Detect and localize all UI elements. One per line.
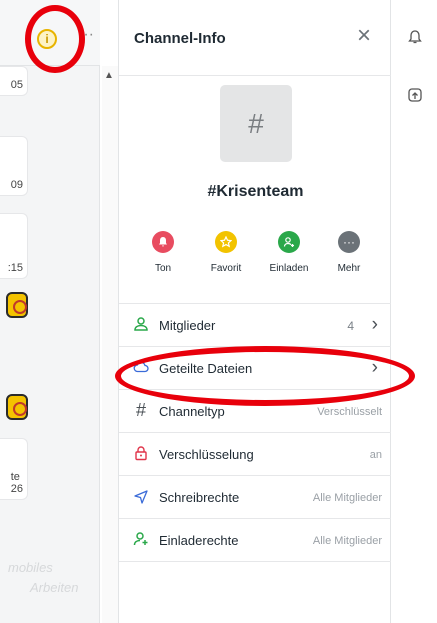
chat-list-item[interactable]: te 26 [0, 438, 28, 500]
chat-list-strip: i ··· 05 09 :15 te 26 mobiles Arbeiten [0, 0, 100, 623]
members-count: 4 [347, 319, 354, 333]
channel-info-panel: Channel-Info × # #Krisenteam Ton Favorit… [118, 0, 392, 623]
more-icon: ··· [338, 231, 360, 253]
channel-type-label: Channeltyp [159, 404, 225, 419]
invite-button[interactable]: Einladen [264, 231, 314, 274]
members-row[interactable]: Mitglieder 4 › [119, 304, 392, 347]
wallpaper-text: Arbeiten [30, 580, 79, 595]
chat-avatar [6, 394, 28, 420]
invite-label: Einladen [269, 263, 309, 274]
more-button[interactable]: ··· Mehr [324, 231, 374, 274]
invite-permissions-value: Alle Mitglieder [312, 535, 382, 547]
encryption-value: an [369, 449, 382, 461]
scrollbar[interactable] [102, 66, 118, 623]
send-icon [132, 488, 150, 509]
bell-icon[interactable] [406, 28, 424, 46]
wallpaper-text: mobiles [8, 560, 53, 575]
more-label: Mehr [337, 263, 361, 274]
star-icon [215, 231, 237, 253]
write-permissions-value: Alle Mitglieder [312, 492, 382, 504]
upload-icon[interactable] [406, 86, 424, 104]
channel-type-value: Verschlüsselt [317, 406, 382, 418]
chat-list-item[interactable]: :15 [0, 213, 28, 279]
add-user-icon [132, 531, 150, 552]
favorite-button[interactable]: Favorit [201, 231, 251, 274]
write-permissions-row[interactable]: Schreibrechte Alle Mitglieder [119, 476, 392, 519]
chat-avatar [6, 292, 28, 318]
chevron-right-icon: › [371, 314, 378, 335]
write-permissions-label: Schreibrechte [159, 490, 240, 505]
annotation-ellipse [115, 346, 415, 406]
members-icon [132, 316, 150, 337]
close-icon[interactable]: × [357, 24, 371, 48]
encryption-row: Verschlüsselung an [119, 433, 392, 476]
hash-icon: # [135, 400, 146, 420]
chat-list-item[interactable]: 05 [0, 66, 28, 96]
encryption-label: Verschlüsselung [159, 447, 254, 462]
info-list: Mitglieder 4 › Geteilte Dateien › # Chan… [119, 303, 392, 562]
chat-list-item[interactable]: 09 [0, 136, 28, 196]
right-rail [391, 0, 437, 623]
channel-name: #Krisenteam [207, 183, 304, 200]
favorite-label: Favorit [210, 263, 242, 274]
scroll-up-icon[interactable]: ▲ [104, 70, 114, 81]
channel-avatar: # [220, 85, 292, 162]
mute-button[interactable]: Ton [138, 231, 188, 274]
members-label: Mitglieder [159, 318, 216, 333]
mute-label: Ton [154, 263, 172, 274]
annotation-ellipse [25, 5, 85, 73]
invite-permissions-row[interactable]: Einladerechte Alle Mitglieder [119, 519, 392, 562]
lock-icon [132, 445, 150, 466]
panel-title: Channel-Info [134, 30, 226, 47]
invite-permissions-label: Einladerechte [159, 533, 239, 548]
panel-header: Channel-Info × [119, 0, 392, 76]
bell-icon [152, 231, 174, 253]
add-user-icon [278, 231, 300, 253]
